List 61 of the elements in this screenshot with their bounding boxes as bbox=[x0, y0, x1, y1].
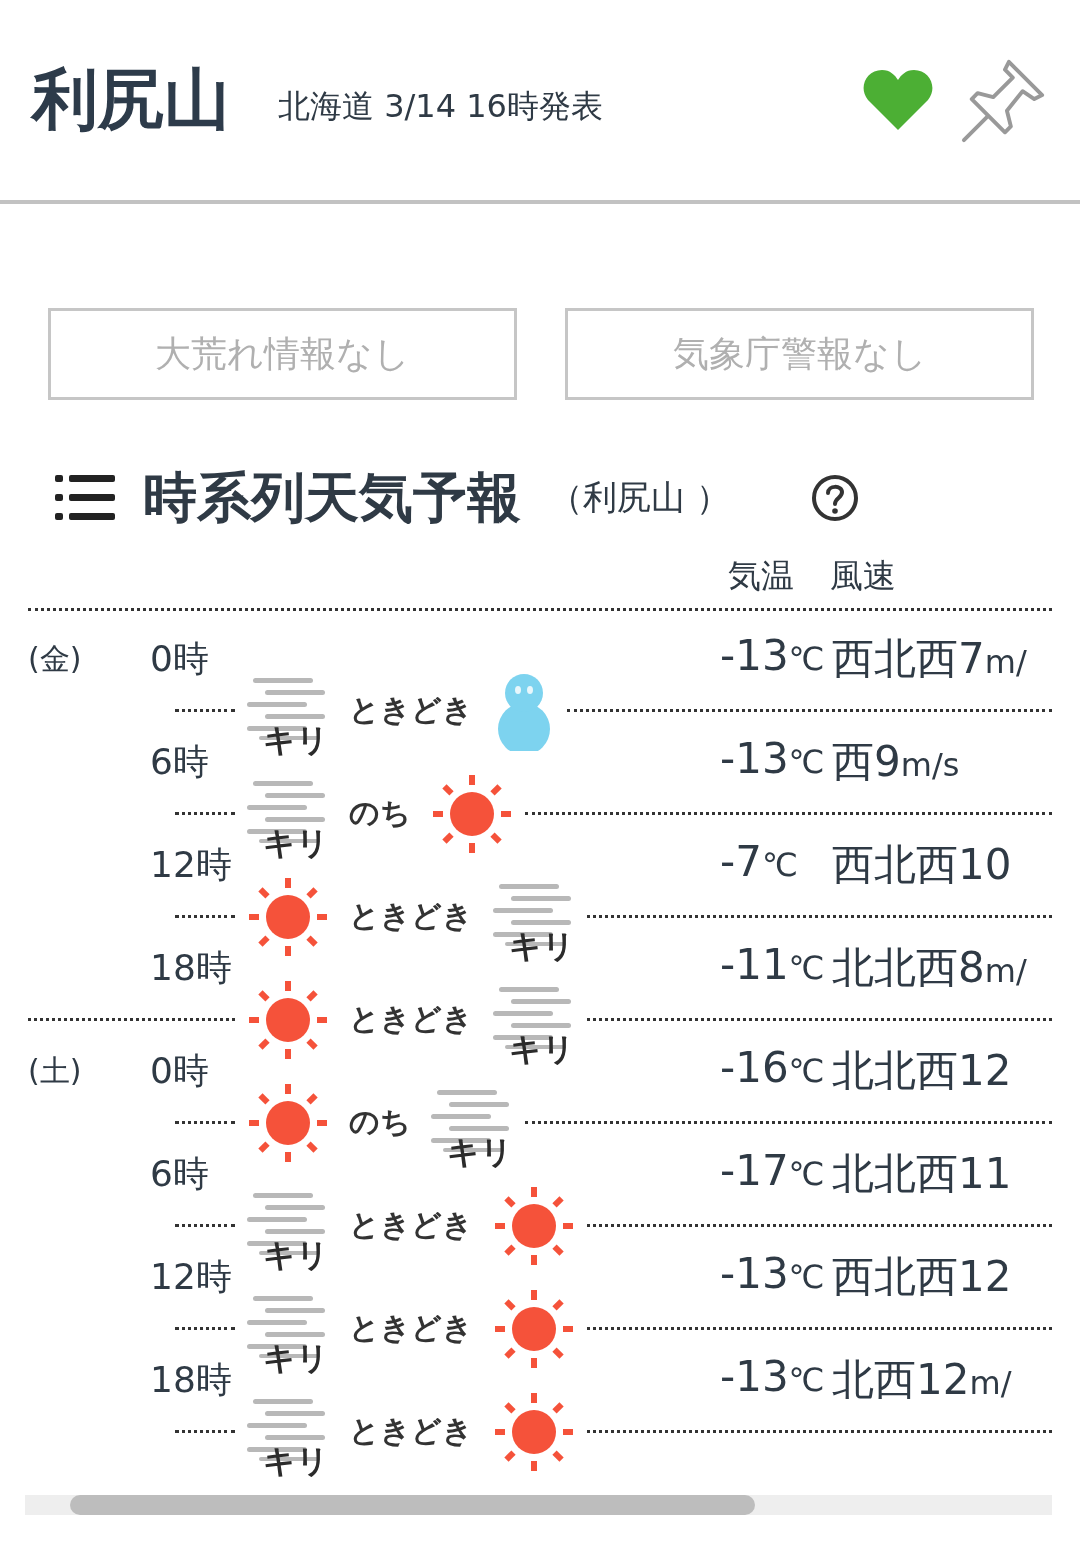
wind-value: 西北西12 bbox=[832, 1251, 1012, 1303]
sun-icon bbox=[493, 1287, 575, 1370]
time-label: 18時 bbox=[149, 945, 233, 990]
heart-icon[interactable] bbox=[862, 68, 934, 132]
wind-value: 北西12m/ bbox=[832, 1354, 1012, 1406]
time-label: 12時 bbox=[149, 1254, 233, 1299]
temperature-value: -13℃ bbox=[720, 631, 826, 682]
fog-label: キリ bbox=[263, 1444, 329, 1477]
sun-icon bbox=[493, 1390, 575, 1473]
fog-label: キリ bbox=[509, 1032, 575, 1065]
weather-connector: のち bbox=[349, 794, 411, 832]
time-label: 0時 bbox=[149, 1048, 210, 1093]
sun-icon bbox=[431, 772, 513, 855]
column-header: 気温 bbox=[728, 555, 794, 594]
weather-connector: ときどき bbox=[349, 1000, 473, 1038]
temperature-value: -17℃ bbox=[720, 1146, 826, 1197]
fog-label: キリ bbox=[263, 826, 329, 859]
temperature-value: -11℃ bbox=[720, 940, 826, 991]
sun-icon bbox=[247, 978, 329, 1061]
list-icon bbox=[55, 473, 115, 523]
forecast-issued-text: 北海道 3/14 16時発表 bbox=[278, 86, 603, 127]
section-title: 時系列天気予報 bbox=[143, 464, 521, 531]
day-label: (土) bbox=[28, 1052, 82, 1088]
time-label: 6時 bbox=[149, 739, 210, 784]
weather-connector: ときどき bbox=[349, 1206, 473, 1244]
fog-label: キリ bbox=[263, 1341, 329, 1374]
temperature-value: -13℃ bbox=[720, 1249, 826, 1300]
alert-status-box: 気象庁警報なし bbox=[565, 308, 1034, 400]
wind-value: 西北西7m/ bbox=[832, 633, 1027, 685]
temperature-value: -16℃ bbox=[720, 1043, 826, 1094]
wind-value: 西9m/s bbox=[832, 736, 960, 788]
fog-label: キリ bbox=[509, 929, 575, 962]
time-label: 18時 bbox=[149, 1357, 233, 1402]
weather-connector: ときどき bbox=[349, 691, 473, 729]
weather-connector: ときどき bbox=[349, 1309, 473, 1347]
fog-label: キリ bbox=[263, 1238, 329, 1271]
alert-status-box: 大荒れ情報なし bbox=[48, 308, 517, 400]
wind-value: 北北西8m/ bbox=[832, 942, 1027, 994]
time-label: 6時 bbox=[149, 1151, 210, 1196]
temperature-value: -13℃ bbox=[720, 734, 826, 785]
day-label: (金) bbox=[28, 640, 82, 676]
temperature-value: -7℃ bbox=[720, 837, 799, 888]
column-header: 風速 bbox=[830, 555, 896, 594]
time-label: 12時 bbox=[149, 842, 233, 887]
weather-connector: のち bbox=[349, 1103, 411, 1141]
time-label: 0時 bbox=[149, 636, 210, 681]
weather-connector: ときどき bbox=[349, 1412, 473, 1450]
page-title: 利尻山 bbox=[32, 60, 230, 140]
wind-value: 北北西12 bbox=[832, 1045, 1012, 1097]
sun-icon bbox=[247, 875, 329, 958]
sun-icon bbox=[493, 1184, 575, 1267]
wind-value: 西北西10 bbox=[832, 839, 1012, 891]
weather-connector: ときどき bbox=[349, 897, 473, 935]
location-label: （利尻山 ） bbox=[549, 476, 730, 519]
sun-icon bbox=[247, 1081, 329, 1164]
help-icon[interactable] bbox=[809, 473, 860, 523]
scrollbar-thumb[interactable] bbox=[70, 1495, 755, 1515]
temperature-value: -13℃ bbox=[720, 1352, 826, 1403]
fog-label: キリ bbox=[447, 1135, 513, 1168]
wind-value: 北北西11 bbox=[832, 1148, 1012, 1200]
fog-label: キリ bbox=[263, 723, 329, 756]
